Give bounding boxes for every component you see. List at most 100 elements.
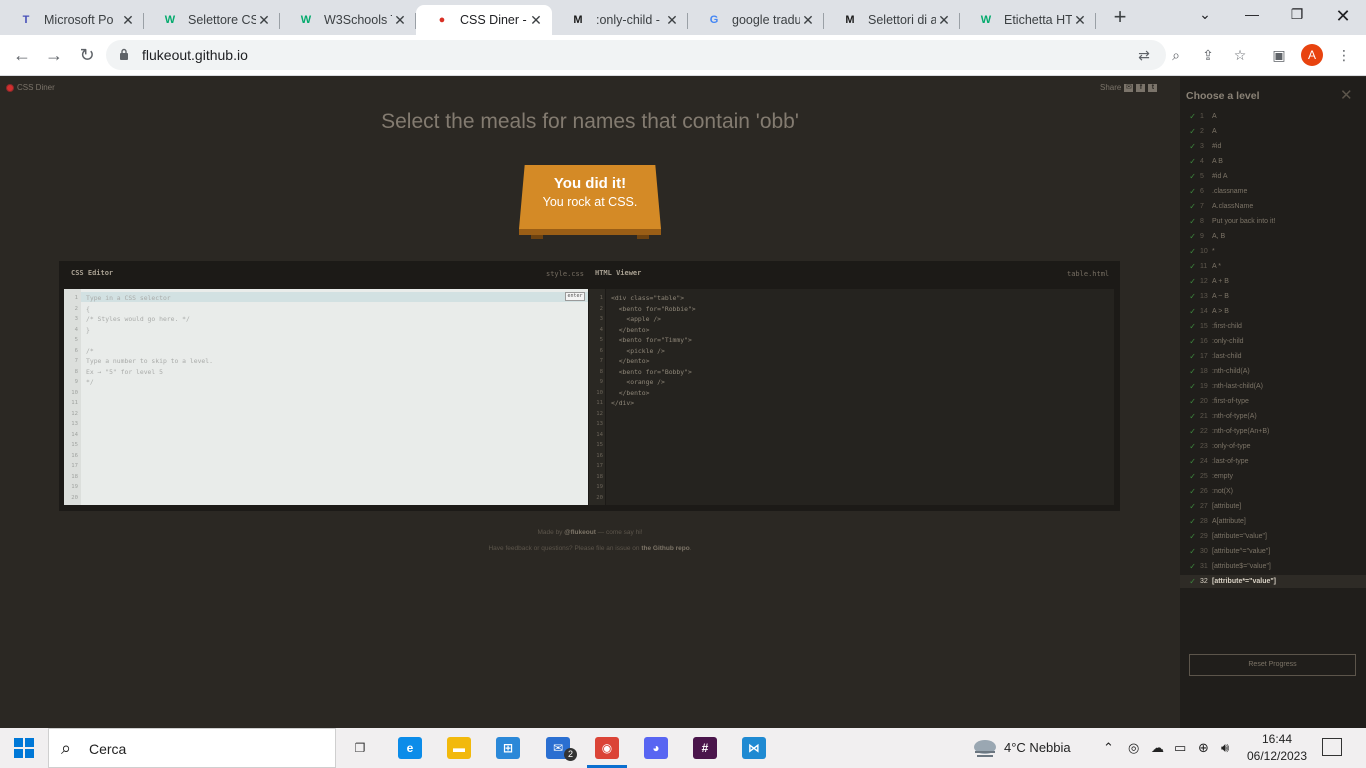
level-item[interactable]: ✓ 4 A B [1180, 155, 1366, 168]
tab-search-icon[interactable]: ⌄ [1193, 6, 1217, 23]
level-item[interactable]: ✓ 6 .classname [1180, 185, 1366, 198]
facebook-share-icon[interactable]: f [1136, 83, 1146, 92]
share-icon[interactable]: ⇪ [1198, 45, 1218, 65]
browser-tab[interactable]: M Selettori di a ✕ [824, 5, 960, 35]
notification-center-icon[interactable] [1322, 738, 1342, 756]
close-icon[interactable]: ✕ [1340, 86, 1353, 104]
level-item[interactable]: ✓ 10 * [1180, 245, 1366, 258]
close-tab-icon[interactable]: ✕ [256, 12, 272, 29]
browser-tab[interactable]: W W3Schools T ✕ [280, 5, 416, 35]
level-item[interactable]: ✓ 15:first-child [1180, 320, 1366, 333]
taskbar-app[interactable]: ◕ [632, 728, 680, 768]
translate-icon[interactable]: ⇄ [1134, 45, 1154, 65]
back-button[interactable]: ← [10, 43, 34, 67]
html-code-line[interactable]: </bento> [611, 389, 650, 397]
level-item[interactable]: ✓ 26:not(X) [1180, 485, 1366, 498]
level-item[interactable]: ✓ 17:last-child [1180, 350, 1366, 363]
address-bar[interactable]: flukeout.github.io [106, 40, 1166, 70]
level-item[interactable]: ✓ 22:nth-of-type(An+B) [1180, 425, 1366, 438]
weather-text[interactable]: 4°C Nebbia [1004, 740, 1071, 755]
taskbar-app[interactable]: e [386, 728, 434, 768]
logo[interactable]: CSS Diner [6, 83, 55, 92]
reset-progress-button[interactable]: Reset Progress [1189, 654, 1356, 676]
taskbar-app[interactable]: ◉ [583, 728, 631, 768]
profile-avatar[interactable]: A [1301, 44, 1323, 66]
level-item[interactable]: ✓ 23:only-of-type [1180, 440, 1366, 453]
browser-tab[interactable]: ● CSS Diner - \ ✕ [416, 5, 552, 35]
network-icon[interactable]: ⊕ [1198, 740, 1209, 756]
close-tab-icon[interactable]: ✕ [1072, 12, 1088, 29]
close-tab-icon[interactable]: ✕ [664, 12, 680, 29]
chevron-up-icon[interactable]: ⌃ [1103, 740, 1114, 756]
maximize-button[interactable]: ❐ [1285, 6, 1309, 23]
level-item[interactable]: ✓ 14 A > B [1180, 305, 1366, 318]
level-item[interactable]: ✓ 11 A * [1180, 260, 1366, 273]
browser-tab[interactable]: T Microsoft Po ✕ [0, 5, 144, 35]
level-item[interactable]: ✓ 16:only-child [1180, 335, 1366, 348]
level-item[interactable]: ✓ 13 A ~ B [1180, 290, 1366, 303]
zoom-icon[interactable]: ⌕ [1166, 45, 1186, 65]
taskbar-app[interactable]: ❐ [336, 728, 384, 768]
close-tab-icon[interactable]: ✕ [120, 12, 136, 29]
level-item[interactable]: ✓ 27 [attribute] [1180, 500, 1366, 513]
level-item[interactable]: ✓ 8 Put your back into it! [1180, 215, 1366, 228]
taskbar-app[interactable]: # [681, 728, 729, 768]
close-tab-icon[interactable]: ✕ [800, 12, 816, 29]
taskbar-app[interactable]: ⋈ [730, 728, 778, 768]
html-code-line[interactable]: <apple /> [611, 315, 661, 323]
taskbar-app[interactable]: ▬ [435, 728, 483, 768]
level-item[interactable]: ✓ 20:first-of-type [1180, 395, 1366, 408]
minimize-button[interactable]: — [1240, 6, 1264, 22]
enter-button[interactable]: enter [565, 292, 585, 301]
reload-button[interactable]: ↻ [75, 43, 99, 67]
twitter-share-icon[interactable]: t [1148, 83, 1158, 92]
level-item[interactable]: ✓ 31 [attribute$="value"] [1180, 560, 1366, 573]
weather-icon[interactable] [972, 736, 998, 761]
browser-tab[interactable]: W Selettore CS ✕ [144, 5, 280, 35]
author-link[interactable]: @flukeout [564, 529, 596, 536]
css-editor[interactable]: 1 2 3 4 5 6 7 8 9 10 11 12 13 14 15 16 17 18 19 20 Type in … [64, 289, 588, 505]
level-item[interactable]: ✓ 5 #id A [1180, 170, 1366, 183]
level-item[interactable]: ✓ 3 #id [1180, 140, 1366, 153]
level-item[interactable]: ✓ 32 [attribute*="value"] [1180, 575, 1366, 588]
system-clock[interactable]: 16:44 06/12/2023 [1246, 731, 1308, 765]
level-item[interactable]: ✓ 9 A, B [1180, 230, 1366, 243]
new-tab-button[interactable]: + [1108, 6, 1132, 30]
browser-tab[interactable]: W Etichetta HTI ✕ [960, 5, 1096, 35]
html-code-line[interactable]: <pickle /> [611, 347, 665, 355]
html-code-line[interactable]: <bento for="Bobby"> [611, 368, 692, 376]
level-item[interactable]: ✓ 28 A[attribute] [1180, 515, 1366, 528]
level-item[interactable]: ✓ 2 A [1180, 125, 1366, 138]
level-item[interactable]: ✓ 21:nth-of-type(A) [1180, 410, 1366, 423]
taskbar-search[interactable]: ⌕ Cerca [48, 728, 336, 768]
html-code-line[interactable]: </div> [611, 399, 634, 407]
browser-tab[interactable]: M:only-child - ✕ [552, 5, 688, 35]
taskbar-app[interactable]: ✉ 2 [534, 728, 582, 768]
meet-icon[interactable]: ◎ [1128, 740, 1139, 756]
windows-start-icon[interactable] [14, 738, 34, 758]
close-tab-icon[interactable]: ✕ [936, 12, 952, 29]
level-item[interactable]: ✓ 7 A.className [1180, 200, 1366, 213]
email-share-icon[interactable]: ✉ [1124, 83, 1134, 92]
forward-button[interactable]: → [42, 43, 66, 67]
html-code-line[interactable]: <div class="table"> [611, 294, 684, 302]
side-panel-icon[interactable]: ▣ [1269, 45, 1289, 65]
level-item[interactable]: ✓ 18:nth-child(A) [1180, 365, 1366, 378]
level-item[interactable]: ✓ 19:nth-last-child(A) [1180, 380, 1366, 393]
html-code-line[interactable]: <bento for="Robbie"> [611, 305, 696, 313]
menu-icon[interactable]: ⋮ [1334, 45, 1354, 65]
browser-tab[interactable]: Ggoogle tradu ✕ [688, 5, 824, 35]
close-tab-icon[interactable]: ✕ [528, 12, 544, 29]
level-item[interactable]: ✓ 29 [attribute="value"] [1180, 530, 1366, 543]
volume-icon[interactable]: 🔊︎ [1221, 740, 1229, 756]
level-item[interactable]: ✓ 24:last-of-type [1180, 455, 1366, 468]
github-repo-link[interactable]: the Github repo [641, 545, 689, 552]
html-code-line[interactable]: <bento for="Timmy"> [611, 336, 692, 344]
level-item[interactable]: ✓ 30 [attribute^="value"] [1180, 545, 1366, 558]
close-window-button[interactable]: ✕ [1331, 6, 1355, 27]
onedrive-icon[interactable]: ☁ [1151, 740, 1164, 756]
bookmark-star-icon[interactable]: ☆ [1230, 45, 1250, 65]
level-item[interactable]: ✓ 12 A + B [1180, 275, 1366, 288]
level-item[interactable]: ✓ 1 A [1180, 110, 1366, 123]
html-code-line[interactable]: </bento> [611, 357, 650, 365]
